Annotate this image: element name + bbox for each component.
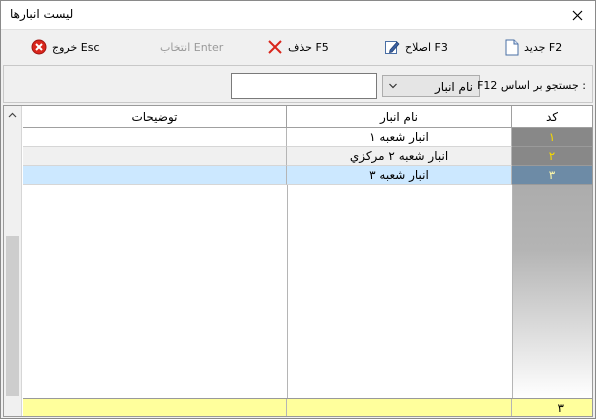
search-input[interactable] xyxy=(231,73,377,99)
warehouse-table: توضیحات نام انبار کد انبار شعبه ۱ ۱ انبا… xyxy=(3,105,593,417)
cell-name: انبار شعبه ۲ مرکزي xyxy=(287,147,512,166)
table-row[interactable]: انبار شعبه ۱ ۱ xyxy=(23,128,592,147)
edit-pencil-icon xyxy=(385,41,400,54)
exit-button-label: خروج Esc xyxy=(52,40,100,54)
exit-circle-icon xyxy=(31,39,47,55)
column-header-code[interactable]: کد xyxy=(512,106,592,128)
edit-button[interactable]: اصلاح F3 xyxy=(384,36,448,58)
toolbar: خروج Esc انتخاب Enter حذف F5 اصلاح F3 جد… xyxy=(1,29,595,63)
search-field-select[interactable]: نام انبار xyxy=(382,75,480,97)
edit-button-label: اصلاح F3 xyxy=(405,40,448,54)
new-button[interactable]: جدید F2 xyxy=(505,36,562,58)
chevron-up-icon xyxy=(8,112,17,117)
red-x-icon xyxy=(268,40,282,54)
cell-description xyxy=(23,147,287,166)
search-panel: نام انبار F12 جستجو بر اساس : xyxy=(3,65,593,103)
window-title: لیست انبارها xyxy=(10,7,74,21)
column-divider xyxy=(287,185,288,398)
cell-code: ۱ xyxy=(512,128,592,147)
column-header-description[interactable]: توضیحات xyxy=(23,106,287,128)
cell-description xyxy=(23,166,287,185)
column-header-name[interactable]: نام انبار xyxy=(287,106,512,128)
footer-row-count: ۳ xyxy=(557,400,564,415)
table-row[interactable]: انبار شعبه ۲ مرکزي ۲ xyxy=(23,147,592,166)
select-button[interactable]: انتخاب Enter xyxy=(160,36,223,58)
select-button-label: انتخاب Enter xyxy=(160,40,224,54)
search-label: F12 جستجو بر اساس : xyxy=(477,79,586,92)
table-footer: ۳ xyxy=(23,398,592,416)
cell-description xyxy=(23,128,287,147)
new-button-label: جدید F2 xyxy=(524,40,563,54)
scroll-up-button[interactable] xyxy=(4,106,21,123)
footer-description-cell xyxy=(23,399,287,416)
footer-name-cell xyxy=(287,399,512,416)
vertical-scrollbar[interactable] xyxy=(4,106,22,416)
chevron-down-icon xyxy=(388,79,398,96)
title-bar: لیست انبارها xyxy=(1,1,595,29)
close-icon xyxy=(572,10,582,20)
cell-code: ۲ xyxy=(512,147,592,166)
warehouse-list-window: لیست انبارها خروج Esc انتخاب Enter حذف F… xyxy=(0,0,596,419)
search-field-value: نام انبار xyxy=(435,80,473,94)
table-row-selected[interactable]: انبار شعبه ۳ ۳ xyxy=(23,166,592,185)
close-button[interactable] xyxy=(559,1,595,29)
delete-button-label: حذف F5 xyxy=(288,40,329,54)
delete-button[interactable]: حذف F5 xyxy=(267,36,329,58)
scrollbar-thumb[interactable] xyxy=(6,236,19,396)
column-divider xyxy=(512,185,513,398)
document-icon xyxy=(505,39,519,55)
cell-name: انبار شعبه ۱ xyxy=(287,128,512,147)
cell-code: ۳ xyxy=(512,166,592,185)
exit-button[interactable]: خروج Esc xyxy=(31,36,100,58)
cell-name: انبار شعبه ۳ xyxy=(287,166,512,185)
